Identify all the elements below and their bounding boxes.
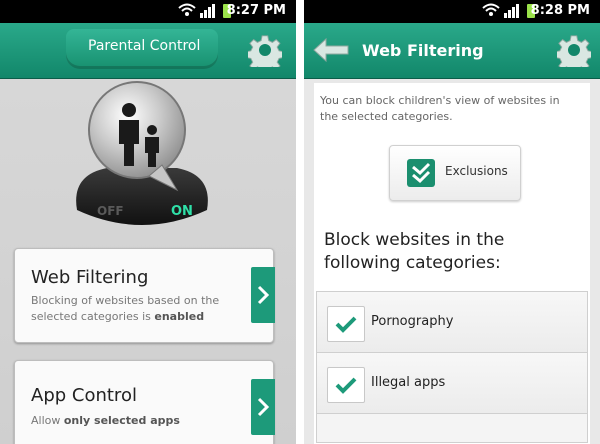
parental-control-toggle[interactable]: OFF ON (67, 80, 217, 230)
exclusions-button[interactable]: Exclusions (389, 145, 521, 201)
status-time: 8:28 PM (530, 3, 590, 18)
checkmark-icon (335, 316, 357, 333)
signal-icon (200, 4, 215, 18)
checkbox[interactable] (327, 367, 365, 403)
chevron-right-icon[interactable] (251, 379, 275, 435)
web-filtering-screen: 8:28 PM Web Filtering You can block chil… (304, 0, 600, 444)
signal-icon (504, 4, 519, 18)
list-item[interactable]: Pornography (317, 292, 587, 353)
page-title: Parental Control (88, 38, 201, 54)
title-bar: Web Filtering (304, 23, 600, 79)
web-filtering-card[interactable]: Web Filtering Blocking of websites based… (14, 248, 275, 343)
app-control-card[interactable]: App Control Allow only selected apps (14, 360, 275, 444)
list-item[interactable]: Illegal apps (317, 353, 587, 414)
checkbox[interactable] (327, 306, 365, 342)
page-title: Web Filtering (362, 41, 484, 60)
toggle-off-label: OFF (97, 204, 124, 218)
card-description: Blocking of websites based on the select… (31, 294, 220, 323)
gear-icon[interactable] (248, 33, 282, 67)
card-title: Web Filtering (31, 267, 149, 288)
category-label: Illegal apps (371, 375, 446, 390)
checkmark-icon (407, 159, 435, 187)
status-bar: 8:27 PM (0, 0, 296, 23)
chevron-right-icon[interactable] (251, 267, 275, 323)
card-description: Allow only selected apps (31, 414, 180, 427)
card-title: App Control (31, 385, 137, 406)
checkmark-icon (335, 377, 357, 394)
parental-control-screen: 8:27 PM Parental Control OFF ON Web Filt… (0, 0, 296, 444)
title-bar: Parental Control (0, 23, 296, 79)
wifi-icon (482, 3, 500, 16)
back-arrow-icon[interactable] (312, 37, 350, 63)
status-bar: 8:28 PM (304, 0, 600, 23)
wifi-icon (178, 3, 196, 16)
category-list: Pornography Illegal apps (316, 291, 588, 443)
description-text: You can block children's view of website… (320, 94, 560, 123)
content-panel: You can block children's view of website… (314, 83, 590, 444)
gear-icon[interactable] (557, 33, 591, 67)
exclusions-label: Exclusions (445, 164, 508, 178)
toggle-on-label: ON (171, 204, 193, 219)
status-time: 8:27 PM (226, 3, 286, 18)
category-label: Pornography (371, 314, 454, 329)
categories-heading: Block websites in the following categori… (324, 230, 505, 273)
